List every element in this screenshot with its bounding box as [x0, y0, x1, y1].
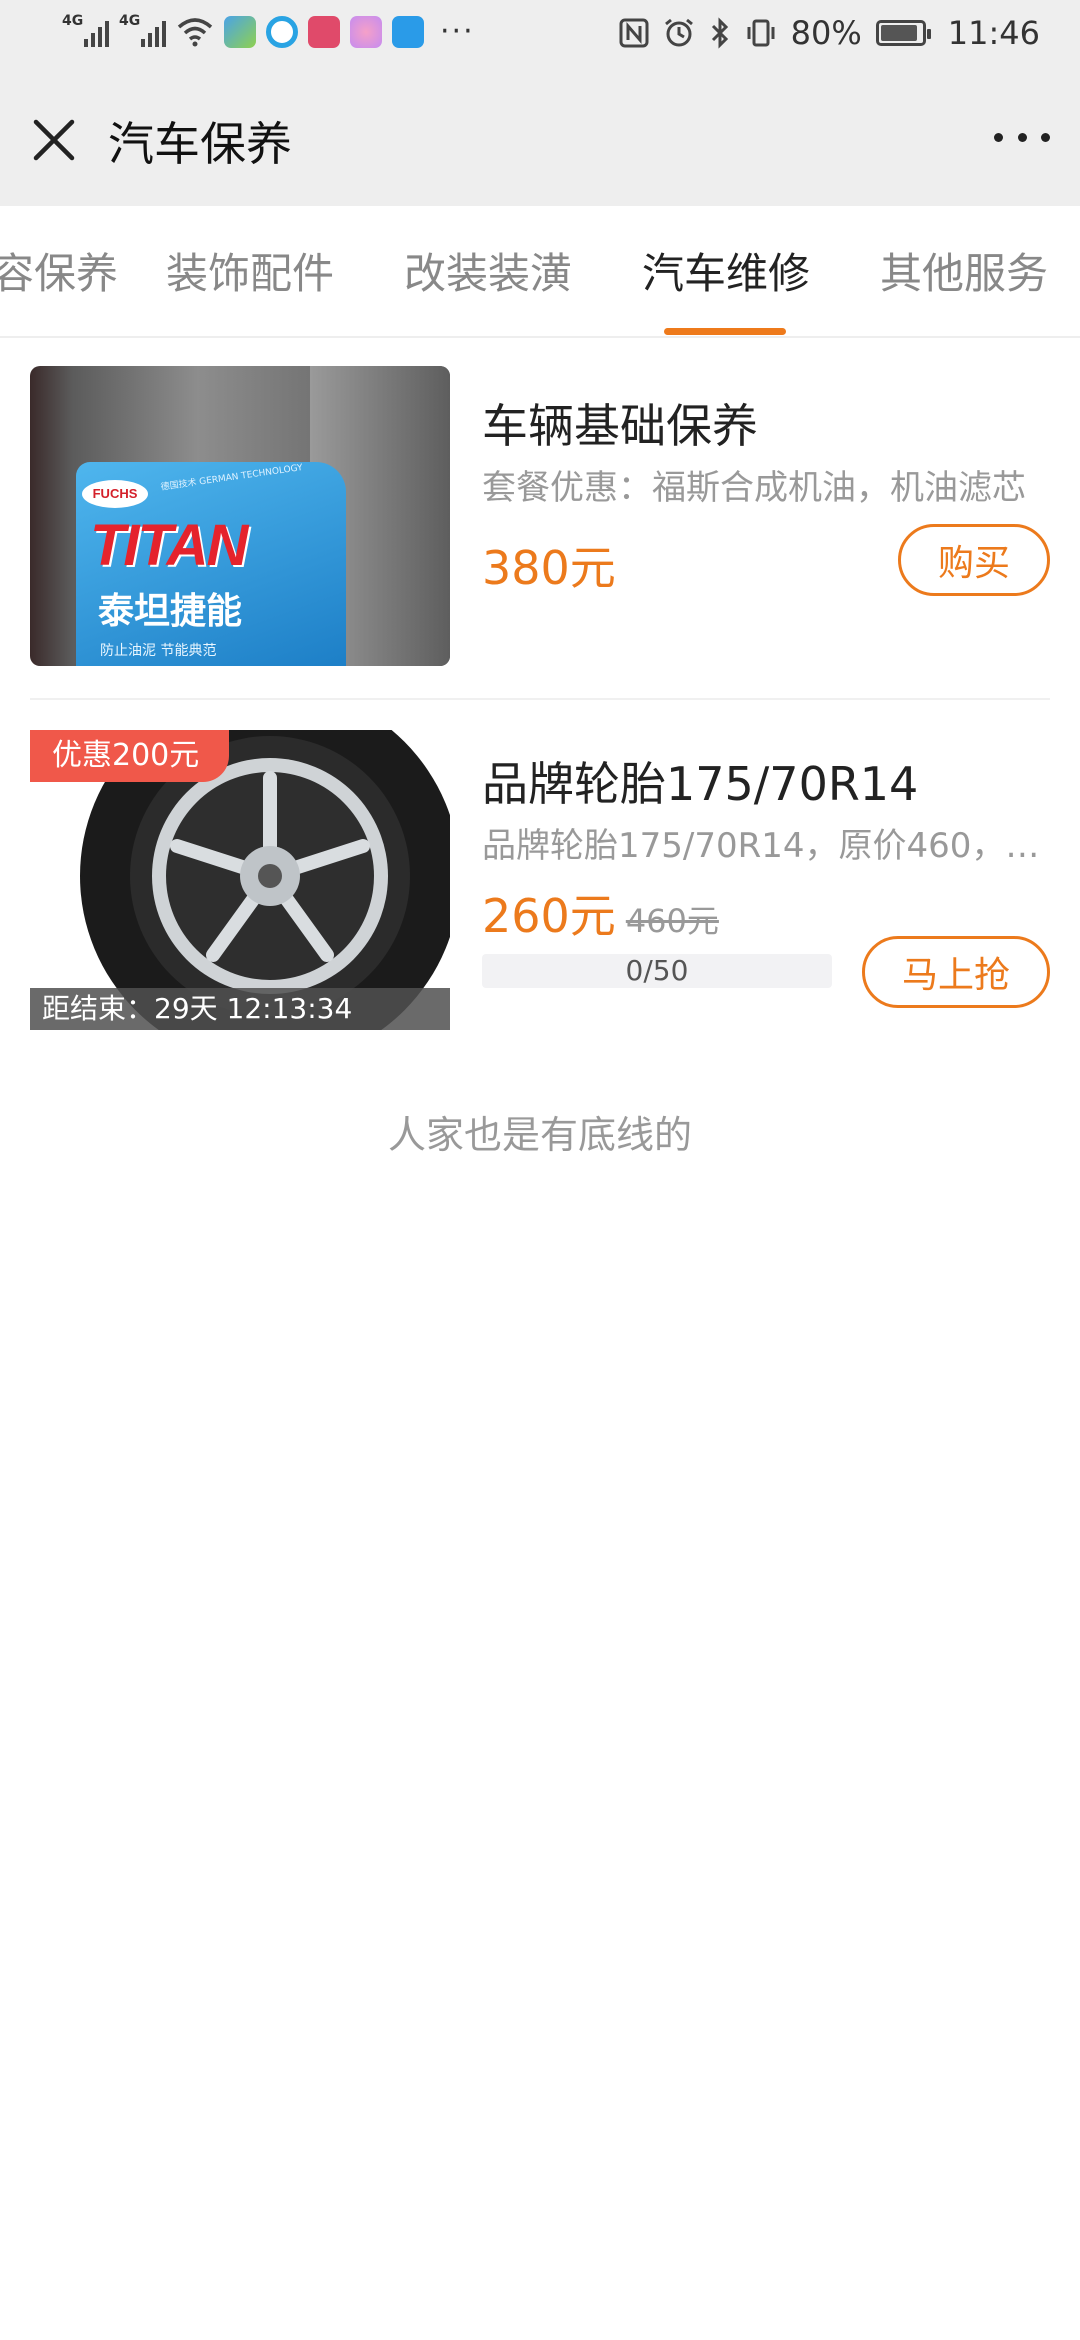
product-description: 品牌轮胎175/70R14，原价460，现价260	[482, 826, 1047, 866]
oil-label: FUCHS 德国技术 GERMAN TECHNOLOGY TITAN 泰坦捷能 …	[76, 462, 346, 666]
countdown-timer: 距结束：29天 12:13:34	[30, 988, 450, 1030]
product-name[interactable]: 品牌轮胎175/70R14	[482, 748, 918, 814]
alarm-icon	[664, 18, 693, 47]
divider	[30, 698, 1050, 700]
product-card[interactable]: FUCHS 德国技术 GERMAN TECHNOLOGY TITAN 泰坦捷能 …	[0, 366, 1080, 696]
network-type-label: 4G	[62, 12, 84, 29]
grab-now-button[interactable]: 马上抢	[862, 936, 1050, 1008]
close-icon	[33, 119, 75, 161]
status-left: 4G 4G ···	[62, 13, 475, 50]
price-value: 260元	[482, 889, 616, 943]
signal-icon: 4G	[62, 13, 109, 47]
signal-icon: 4G	[119, 13, 166, 47]
product-image-tire[interactable]: 优惠200元 距结束：29天 12:13:34	[30, 730, 450, 1030]
status-time: 11:46	[947, 14, 1040, 52]
active-tab-indicator	[664, 328, 786, 335]
nfc-icon	[619, 18, 649, 48]
original-price: 460元	[625, 902, 719, 940]
tab-car-repair[interactable]: 汽车维修	[642, 240, 810, 301]
product-price: 380元	[482, 532, 616, 598]
bluetooth-icon	[711, 17, 728, 49]
app-notification-icon	[392, 15, 424, 48]
tab-beauty-maintenance[interactable]: 容保养	[0, 240, 118, 301]
vibrate-icon	[747, 19, 775, 47]
product-name[interactable]: 车辆基础保养	[482, 390, 758, 456]
product-description: 套餐优惠：福斯合成机油，机油滤芯	[482, 468, 1026, 508]
battery-percentage: 80%	[790, 14, 862, 52]
oil-tagline: 防止油泥 节能典范	[100, 643, 217, 659]
more-dots-icon	[994, 132, 1003, 142]
network-type-label: 4G	[119, 12, 141, 29]
tab-modification[interactable]: 改装装潢	[404, 240, 572, 301]
tab-accessories[interactable]: 装饰配件	[166, 240, 334, 301]
product-card[interactable]: 优惠200元 距结束：29天 12:13:34 品牌轮胎175/70R14 品牌…	[0, 730, 1080, 1040]
wifi-icon	[177, 17, 213, 46]
status-right: 80% 11:46	[619, 14, 1040, 52]
oil-chinese-name: 泰坦捷能	[98, 591, 243, 632]
end-of-list-text: 人家也是有底线的	[387, 1113, 692, 1157]
battery-icon	[875, 20, 931, 46]
category-tabs: 容保养 装饰配件 改装装潢 汽车维修 其他服务	[0, 206, 1080, 338]
discount-badge: 优惠200元	[30, 730, 230, 782]
status-bar: 4G 4G ··· 80% 11:46	[0, 0, 1080, 72]
tab-other-services[interactable]: 其他服务	[880, 240, 1048, 301]
sales-progress-text: 0/50	[625, 954, 689, 987]
titan-logo: TITAN	[90, 513, 248, 578]
price-value: 380元	[482, 541, 616, 595]
app-notification-icon	[224, 15, 256, 48]
sales-progress-bar: 0/50	[482, 954, 832, 988]
app-notification-icon	[266, 15, 298, 48]
close-button[interactable]	[28, 114, 80, 166]
product-image-motor-oil[interactable]: FUCHS 德国技术 GERMAN TECHNOLOGY TITAN 泰坦捷能 …	[30, 366, 450, 666]
app-notification-icon	[350, 15, 382, 48]
notification-overflow: ···	[440, 14, 475, 49]
buy-button[interactable]: 购买	[898, 524, 1050, 596]
app-notification-icon	[308, 15, 340, 48]
more-options-button[interactable]	[994, 122, 1050, 152]
product-price: 260元 460元	[482, 880, 719, 946]
fuchs-logo: FUCHS	[82, 480, 148, 508]
oil-label-side-text: 德国技术 GERMAN TECHNOLOGY	[160, 463, 304, 493]
page-title: 汽车保养	[108, 117, 292, 171]
app-header: 汽车保养	[0, 72, 1080, 206]
